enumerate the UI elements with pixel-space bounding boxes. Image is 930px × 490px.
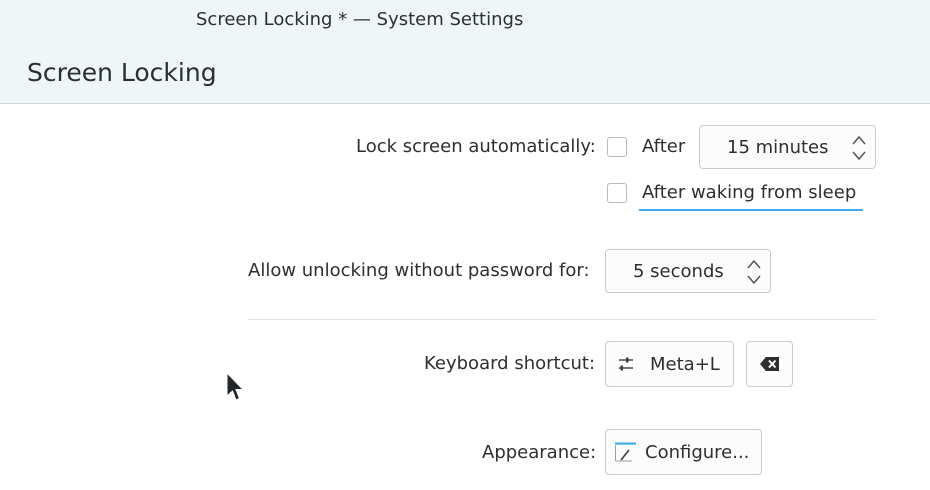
configure-shortcut-icon (619, 357, 633, 371)
keyboard-shortcut-label: Keyboard shortcut: (424, 353, 596, 374)
lock-after-label: After (642, 136, 686, 157)
separator (248, 319, 876, 320)
clear-shortcut-button[interactable] (746, 341, 793, 387)
spin-arrows-icon[interactable] (851, 133, 867, 163)
unlock-grace-label: Allow unlocking without password for: (248, 260, 590, 281)
appearance-label: Appearance: (482, 442, 597, 463)
shortcut-button[interactable]: Meta+L (605, 341, 734, 387)
unlock-grace-spinbox[interactable]: 5 seconds (605, 249, 771, 293)
backspace-icon (760, 357, 779, 371)
header-bar: Screen Locking * — System Settings Scree… (0, 0, 930, 104)
window-title: Screen Locking * — System Settings (196, 9, 524, 30)
shortcut-value: Meta+L (650, 354, 720, 375)
page-title: Screen Locking (27, 58, 217, 87)
lock-after-checkbox[interactable] (607, 137, 627, 157)
unlock-grace-value: 5 seconds (633, 261, 724, 282)
after-sleep-checkbox[interactable] (607, 183, 627, 203)
configure-appearance-button[interactable]: Configure... (605, 429, 762, 475)
mouse-pointer-icon (226, 372, 245, 401)
spin-arrows-icon[interactable] (746, 257, 762, 287)
lock-screen-label: Lock screen automatically: (356, 136, 596, 157)
lock-timeout-value: 15 minutes (727, 137, 829, 158)
configure-appearance-label: Configure... (645, 442, 750, 463)
focus-indicator (639, 209, 863, 211)
lock-timeout-spinbox[interactable]: 15 minutes (699, 125, 876, 169)
configure-icon (615, 442, 636, 462)
after-sleep-label[interactable]: After waking from sleep (642, 182, 856, 203)
